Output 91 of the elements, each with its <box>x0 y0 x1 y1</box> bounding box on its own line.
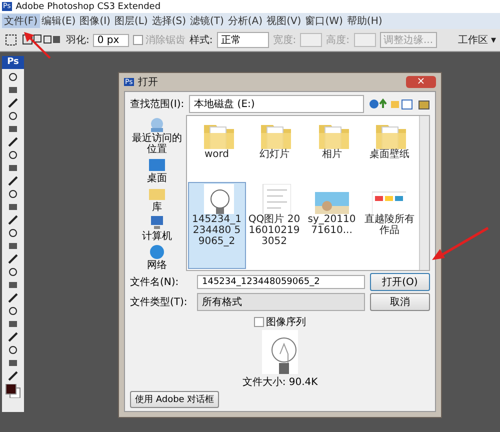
tool-icon[interactable] <box>7 345 19 355</box>
tool-icon[interactable] <box>7 332 19 342</box>
tool-icon[interactable] <box>7 267 19 277</box>
file-name-field[interactable]: 145234_123448059065_2 <box>197 275 365 289</box>
preview-image <box>262 330 298 374</box>
place-label[interactable]: 库 <box>152 202 162 213</box>
annotation-arrow <box>430 226 490 262</box>
file-item[interactable]: word <box>189 118 244 181</box>
tool-icon[interactable] <box>7 254 19 264</box>
tool-icon[interactable] <box>7 150 19 160</box>
menu-item[interactable]: 编辑(E) <box>40 14 78 28</box>
file-name: sy_2011071610... <box>306 214 357 236</box>
menu-item[interactable]: 滤镜(T) <box>188 14 226 28</box>
cancel-button[interactable]: 取消 <box>370 293 430 311</box>
tool-icon[interactable] <box>7 124 19 134</box>
place-label[interactable]: 计算机 <box>142 231 172 242</box>
file-size-text: 文件大小: 90.4K <box>242 376 318 389</box>
file-item[interactable]: sy_2011071610... <box>304 183 360 268</box>
tool-icon[interactable] <box>7 228 19 238</box>
recent-icon[interactable] <box>148 117 166 133</box>
tool-icon[interactable] <box>7 98 19 108</box>
file-name: 相片 <box>322 149 342 160</box>
height-label: 高度: <box>326 34 350 47</box>
file-name: 幻灯片 <box>259 149 290 160</box>
file-name: 145234_1234480 59065_2 <box>190 214 243 247</box>
window-title: Adobe Photoshop CS3 Extended <box>16 2 161 12</box>
place-label[interactable]: 网络 <box>147 260 167 271</box>
marquee-icon[interactable] <box>4 33 18 47</box>
file-name: 直越陵所有作品 <box>363 214 416 236</box>
feather-field[interactable]: 0 px <box>93 34 130 46</box>
file-item[interactable]: QQ图片 20160102193052 <box>246 183 302 268</box>
tool-icon[interactable] <box>7 163 19 173</box>
desktop-icon[interactable] <box>148 157 166 173</box>
annotation-arrow <box>22 30 52 60</box>
file-item[interactable]: 相片 <box>304 118 360 181</box>
tool-icon[interactable] <box>7 306 19 316</box>
file-type-label: 文件类型(T): <box>130 296 188 309</box>
width-label: 宽度: <box>272 34 296 47</box>
tool-icon[interactable] <box>7 319 19 329</box>
new-folder-icon[interactable] <box>418 98 430 110</box>
tool-icon[interactable] <box>7 72 19 82</box>
color-swatches-icon[interactable] <box>5 384 21 398</box>
menu-item[interactable]: 分析(A) <box>226 14 265 28</box>
navigation-icons-drawing[interactable] <box>369 98 413 110</box>
menu-item[interactable]: 视图(V) <box>264 14 304 28</box>
tool-icon[interactable] <box>7 215 19 225</box>
close-button[interactable]: × <box>406 76 436 88</box>
feather-label: 羽化: <box>66 34 90 47</box>
file-name-label: 文件名(N): <box>130 276 180 289</box>
look-in-dropdown[interactable]: 本地磁盘 (E:) <box>189 95 364 113</box>
file-item[interactable]: 桌面壁纸 <box>362 118 417 181</box>
dialog-title: 打开 <box>138 76 158 89</box>
tool-icon[interactable] <box>7 137 19 147</box>
file-item[interactable]: 幻灯片 <box>246 118 302 181</box>
style-label: 样式: <box>189 34 213 47</box>
tool-icon[interactable] <box>7 293 19 303</box>
menu-item[interactable]: 文件(F) <box>2 14 40 28</box>
workspace-button[interactable]: 工作区 ▾ <box>458 33 496 47</box>
tool-icon[interactable] <box>7 358 19 368</box>
tool-icon[interactable] <box>7 280 19 290</box>
use-adobe-dialog-button[interactable]: 使用 Adobe 对话框 <box>130 391 220 408</box>
scrollbar[interactable] <box>419 116 429 270</box>
tool-icon[interactable] <box>7 85 19 95</box>
tool-icon[interactable] <box>7 111 19 121</box>
tool-icon[interactable] <box>7 189 19 199</box>
menu-item[interactable]: 帮助(H) <box>344 14 384 28</box>
menu-item[interactable]: 窗口(W) <box>303 14 345 28</box>
toolbox-logo: Ps <box>2 56 24 69</box>
tool-icon[interactable] <box>7 176 19 186</box>
menu-item[interactable]: 选择(S) <box>150 14 188 28</box>
look-in-label: 查找范围(I): <box>130 98 184 111</box>
width-field[interactable] <box>300 33 322 47</box>
height-field[interactable] <box>354 33 376 47</box>
tool-icon[interactable] <box>7 202 19 212</box>
file-type-dropdown[interactable]: 所有格式 <box>197 293 365 311</box>
tool-icon[interactable] <box>7 241 19 251</box>
computer-icon[interactable] <box>148 215 166 231</box>
file-item[interactable]: 145234_1234480 59065_2 <box>189 183 244 268</box>
style-dropdown[interactable]: 正常 <box>216 32 269 48</box>
menu-item[interactable]: 图层(L) <box>112 14 150 28</box>
image-sequence-checkbox[interactable]: 图像序列 <box>254 315 306 329</box>
menu-item[interactable]: 图像(I) <box>78 14 112 28</box>
file-item[interactable]: 直越陵所有作品 <box>362 183 417 268</box>
place-label[interactable]: 桌面 <box>147 173 167 184</box>
file-name: 桌面壁纸 <box>369 149 410 160</box>
network-icon[interactable] <box>148 244 166 260</box>
file-name: QQ图片 20160102193052 <box>248 214 301 247</box>
place-label[interactable]: 最近访问的位置 <box>130 133 184 155</box>
file-name: word <box>204 149 230 160</box>
tool-icon[interactable] <box>7 371 19 381</box>
open-button[interactable]: 打开(O) <box>370 273 430 291</box>
